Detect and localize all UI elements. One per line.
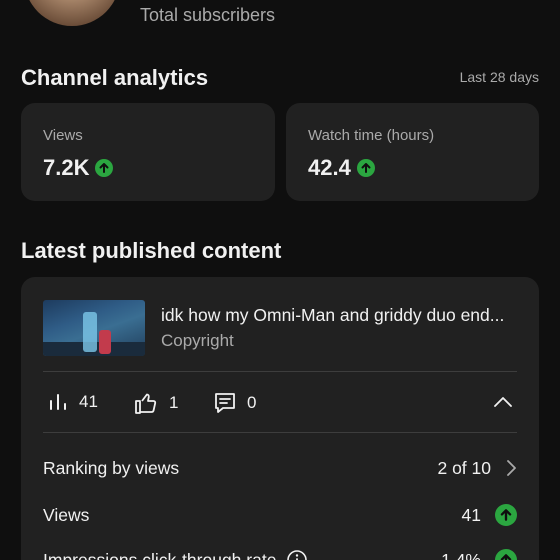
ctr-row-label: Impressions click-through rate: [43, 549, 277, 560]
latest-content-title: Latest published content: [21, 238, 282, 263]
trend-up-icon: [95, 159, 114, 177]
latest-content-card: idk how my Omni-Man and griddy duo end..…: [21, 277, 539, 560]
channel-analytics-title: Channel analytics: [21, 65, 209, 90]
trend-up-icon: [495, 549, 517, 560]
divider: [43, 371, 517, 372]
info-icon[interactable]: [286, 549, 308, 560]
views-stat-label: Views: [43, 127, 83, 144]
video-views-count: 41: [79, 392, 98, 411]
video-views-metric: 41: [47, 391, 98, 413]
ranking-row[interactable]: Ranking by views 2 of 10: [43, 453, 517, 483]
views-stat-value: 7.2K: [43, 155, 90, 180]
watch-time-stat-value: 42.4: [308, 155, 351, 180]
video-subtitle: Copyright: [161, 331, 234, 350]
views-row: Views 41: [43, 500, 517, 530]
video-title[interactable]: idk how my Omni-Man and griddy duo end..…: [161, 305, 521, 326]
watch-time-stat-card[interactable]: Watch time (hours) 42.4: [286, 103, 539, 201]
channel-avatar: [24, 0, 120, 26]
comment-icon: [215, 393, 235, 413]
ranking-label: Ranking by views: [43, 457, 180, 478]
ctr-row-value: 1.4%: [441, 549, 481, 560]
chevron-right-icon: [507, 460, 516, 476]
video-likes-count: 1: [169, 393, 179, 412]
period-label: Last 28 days: [459, 69, 539, 85]
total-subscribers-label: Total subscribers: [140, 5, 276, 25]
video-thumbnail[interactable]: [43, 300, 145, 356]
ranking-value: 2 of 10: [437, 457, 491, 478]
trend-up-icon: [356, 159, 375, 177]
divider: [43, 432, 517, 433]
watch-time-stat-label: Watch time (hours): [308, 127, 435, 144]
views-row-value: 41: [461, 504, 481, 525]
thumbs-up-icon: [135, 393, 157, 414]
views-row-label: Views: [43, 504, 90, 525]
ctr-row: Impressions click-through rate 1.4%: [43, 545, 517, 560]
views-stat-card[interactable]: Views 7.2K: [21, 103, 275, 201]
bar-chart-icon: [50, 394, 66, 410]
video-comments-count: 0: [247, 393, 257, 412]
video-likes-metric: 1: [133, 391, 178, 415]
video-comments-metric: 0: [213, 391, 256, 415]
chevron-up-icon[interactable]: [493, 395, 513, 414]
trend-up-icon: [495, 504, 517, 526]
